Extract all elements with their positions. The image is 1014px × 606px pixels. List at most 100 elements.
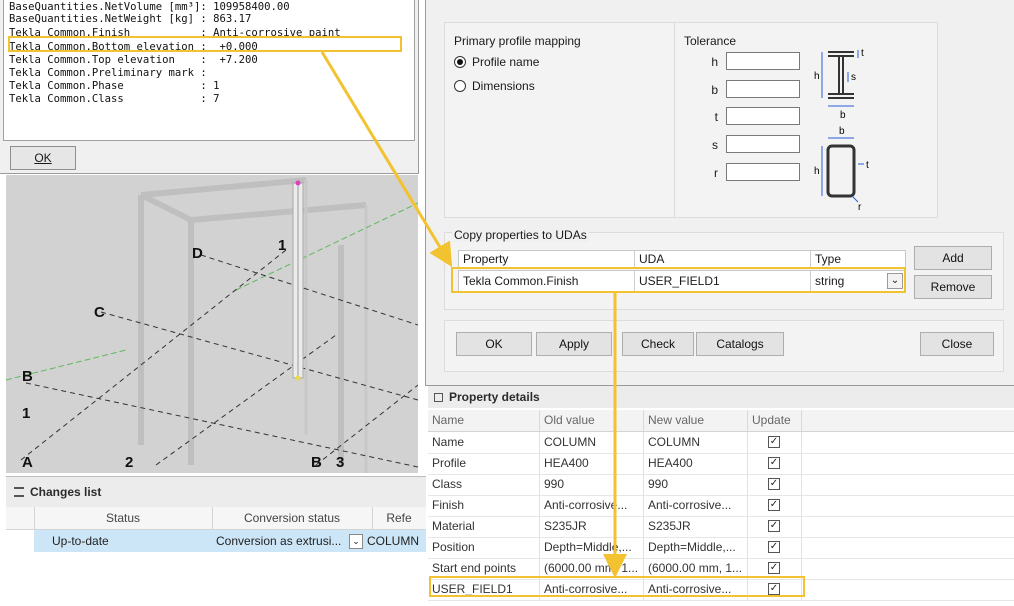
property-name-cell: Position [428,537,540,558]
property-new-cell: HEA400 [644,453,748,474]
apply-button[interactable]: Apply [536,332,612,356]
report-ok-button[interactable]: OK [10,146,76,170]
col-update[interactable]: Update [748,410,802,431]
report-line-finish: Tekla Common.Finish : Anti-corrosive pai… [9,27,341,39]
update-checkbox[interactable]: ✓ [768,562,780,574]
add-button[interactable]: Add [914,246,992,270]
property-new-cell: COLUMN [644,432,748,453]
copy-col-type[interactable]: Type [811,251,905,267]
radio-dimensions[interactable]: Dimensions [454,79,535,93]
col-name[interactable]: Name [428,410,540,431]
update-checkbox[interactable]: ✓ [768,541,780,553]
property-new-cell: Depth=Middle,... [644,537,748,558]
diagram-t-label: t [861,48,864,59]
property-details-header: Property details [428,386,1014,408]
grid-label-3: 3 [336,454,344,471]
property-row[interactable]: Profile HEA400 HEA400 ✓ [428,453,1014,475]
property-new-cell: S235JR [644,516,748,537]
diagram-b2-label: b [839,126,845,137]
ok-button[interactable]: OK [456,332,532,356]
close-button[interactable]: Close [920,332,994,356]
report-line: Tekla Common.Bottom elevation : +0.000 [9,41,258,53]
col-reference[interactable]: Refe [372,507,426,529]
update-checkbox[interactable]: ✓ [768,583,780,595]
property-old-cell: HEA400 [540,453,644,474]
copy-table-row[interactable]: Tekla Common.Finish USER_FIELD1 string ⌄ [458,270,906,292]
col-old-value[interactable]: Old value [540,410,644,431]
changes-row[interactable]: Up-to-date Conversion as extrusi... ⌄ CO… [34,530,426,552]
grid-label-B: B [22,368,33,385]
tolerance-t-input[interactable] [726,107,800,125]
property-old-cell: Anti-corrosive... [540,495,644,516]
property-new-cell: (6000.00 mm, 1... [644,558,748,579]
grid-label-Bb: B [311,454,322,471]
property-update-cell: ✓ [748,558,802,579]
tolerance-title: Tolerance [684,34,737,48]
tolerance-b-input[interactable] [726,80,800,98]
property-old-cell: S235JR [540,516,644,537]
property-row[interactable]: Finish Anti-corrosive... Anti-corrosive...… [428,495,1014,517]
tolerance-h-input[interactable] [726,52,800,70]
property-row[interactable]: USER_FIELD1 Anti-corrosive... Anti-corrosi… [428,579,1014,601]
property-update-cell: ✓ [748,474,802,495]
col-status[interactable]: Status [34,507,213,529]
model-viewport[interactable]: D 1 C B 1 A 2 B 3 [6,175,418,473]
tolerance-h-label: h [711,55,718,69]
property-new-cell: 990 [644,474,748,495]
copy-row-type[interactable]: string [811,271,887,291]
tolerance-b-label: b [711,83,718,97]
col-conversion-status[interactable]: Conversion status [212,507,373,529]
property-update-cell: ✓ [748,453,802,474]
copy-col-uda[interactable]: UDA [635,251,811,267]
copy-row-uda[interactable]: USER_FIELD1 [635,271,811,291]
tolerance-s-input[interactable] [726,135,800,153]
property-details-panel: Property details Name Old value New valu… [428,386,1014,605]
tolerance-r-label: r [714,166,718,180]
check-button[interactable]: Check [622,332,694,356]
catalogs-button[interactable]: Catalogs [696,332,784,356]
diagram-h-label: h [814,71,820,82]
report-window: BaseQuantities.NetVolume [mm³]: 10995840… [0,0,419,174]
property-name-cell: USER_FIELD1 [428,579,540,600]
copy-properties-title: Copy properties to UDAs [452,228,589,242]
tolerance-t-label: t [714,110,718,124]
radio-profile-name-label: Profile name [472,55,540,69]
grid-label-1b: 1 [22,405,30,422]
chevron-down-icon[interactable]: ⌄ [349,534,363,549]
property-row[interactable]: Name COLUMN COLUMN ✓ [428,432,1014,454]
property-row[interactable]: Class 990 990 ✓ [428,474,1014,496]
tolerance-r-input[interactable] [726,163,800,181]
property-new-cell: Anti-corrosive... [644,495,748,516]
report-line: BaseQuantities.NetWeight [kg] : 863.17 [9,13,252,25]
update-checkbox[interactable]: ✓ [768,499,780,511]
diagram-h2-label: h [814,166,820,177]
remove-button[interactable]: Remove [914,275,992,299]
property-row[interactable]: Material S235JR S235JR ✓ [428,516,1014,538]
copy-table-header: Property UDA Type [458,250,906,268]
model-view-svg: D 1 C B 1 A 2 B 3 [6,177,418,473]
report-line: Tekla Common.Class : 7 [9,93,220,105]
property-row[interactable]: Position Depth=Middle,... Depth=Middle,...… [428,537,1014,559]
copy-row-property[interactable]: Tekla Common.Finish [459,271,635,291]
radio-empty-icon [454,80,466,92]
col-new-value[interactable]: New value [644,410,748,431]
chevron-down-icon[interactable]: ⌄ [887,273,903,289]
report-text-area[interactable]: BaseQuantities.NetVolume [mm³]: 10995840… [3,0,415,141]
update-checkbox[interactable]: ✓ [768,478,780,490]
property-old-cell: 990 [540,474,644,495]
copy-col-property[interactable]: Property [459,251,635,267]
property-new-cell: Anti-corrosive... [644,579,748,600]
diagram-t2-label: t [866,160,869,171]
update-checkbox[interactable]: ✓ [768,457,780,469]
property-name-cell: Profile [428,453,540,474]
property-old-cell: (6000.00 mm, 1... [540,558,644,579]
update-checkbox[interactable]: ✓ [768,520,780,532]
property-name-cell: Material [428,516,540,537]
property-row[interactable]: Start end points (6000.00 mm, 1... (6000.0… [428,558,1014,580]
changes-list-panel: Changes list Status Conversion status Re… [6,476,426,606]
tolerance-s-label: s [712,138,718,152]
radio-dimensions-label: Dimensions [472,79,535,93]
changes-row-ref: COLUMN [367,534,420,548]
update-checkbox[interactable]: ✓ [768,436,780,448]
radio-profile-name[interactable]: Profile name [454,55,539,69]
